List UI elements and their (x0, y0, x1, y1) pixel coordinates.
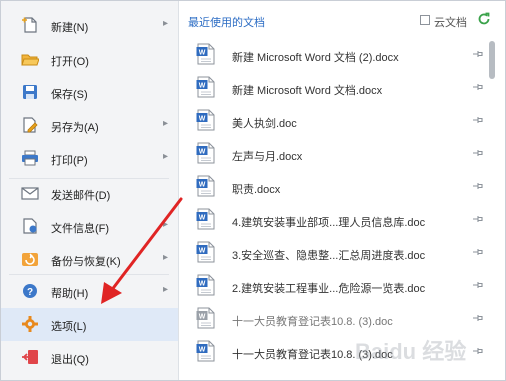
word-doc-icon: W (196, 142, 215, 164)
file-menu: 新建(N) ▸ 打开(O) 保存(S) 另存为(A) ▸ 打印(P) ▸ 发送邮… (1, 1, 179, 380)
word-doc-icon: W (196, 109, 215, 131)
recent-documents-panel: 最近使用的文档 云文档 W 新建 Microsoft Word 文档 (2).do… (180, 1, 505, 380)
word-doc-icon: W (196, 274, 215, 296)
menu-item-label: 选项(L) (51, 321, 87, 333)
word-doc-icon: W (196, 76, 215, 98)
svg-text:W: W (199, 149, 206, 156)
word-doc-icon: W (196, 175, 215, 197)
word-doc-icon: W (196, 208, 215, 230)
svg-text:W: W (199, 50, 206, 57)
pin-icon[interactable] (472, 345, 484, 357)
pin-icon[interactable] (472, 213, 484, 225)
recent-file-item[interactable]: W 左声与月.docx (192, 138, 484, 171)
chevron-right-icon: ▸ (163, 284, 169, 295)
file-menu-window: 新建(N) ▸ 打开(O) 保存(S) 另存为(A) ▸ 打印(P) ▸ 发送邮… (0, 0, 506, 381)
chevron-right-icon: ▸ (163, 118, 169, 129)
file-name: 新建 Microsoft Word 文档.docx (232, 85, 383, 97)
chevron-right-icon: ▸ (163, 18, 169, 29)
pin-icon[interactable] (472, 48, 484, 60)
menu-item-label: 退出(Q) (51, 354, 89, 366)
menu-item-label: 发送邮件(D) (51, 190, 111, 202)
file-name: 十一大员教育登记表10.8. (3).doc (232, 316, 393, 328)
menu-item-print[interactable]: 打印(P) ▸ (1, 142, 178, 175)
chevron-right-icon: ▸ (163, 151, 169, 162)
menu-item-help[interactable]: ? 帮助(H) ▸ (1, 275, 178, 308)
menu-item-label: 保存(S) (51, 89, 88, 101)
file-name: 4.建筑安装事业部项...理人员信息库.doc (232, 217, 426, 229)
pin-icon[interactable] (472, 312, 484, 324)
cloud-docs-label: 云文档 (434, 17, 467, 29)
recent-file-item[interactable]: W 2.建筑安装工程事业...危险源一览表.doc (192, 270, 484, 303)
file-name: 职责.docx (232, 184, 281, 196)
file-name: 美人执剑.doc (232, 118, 297, 130)
menu-item-new[interactable]: 新建(N) ▸ (1, 9, 178, 42)
menu-item-label: 文件信息(F) (51, 223, 110, 235)
chevron-right-icon: ▸ (163, 252, 169, 263)
menu-item-options[interactable]: 选项(L) (1, 308, 178, 341)
save-as-icon (23, 117, 38, 133)
svg-text:W: W (199, 83, 206, 90)
file-name: 十一大员教育登记表10.8. (3).doc (232, 349, 393, 361)
panel-title: 最近使用的文档 (188, 17, 265, 29)
chevron-right-icon: ▸ (163, 219, 169, 230)
recent-file-item[interactable]: W 十一大员教育登记表10.8. (3).doc (192, 303, 484, 336)
file-name: 3.安全巡查、隐患整...汇总周进度表.doc (232, 250, 426, 262)
pin-icon[interactable] (472, 279, 484, 291)
pin-icon[interactable] (472, 147, 484, 159)
recent-file-item[interactable]: W 新建 Microsoft Word 文档 (2).docx (192, 39, 484, 72)
svg-text:W: W (199, 281, 206, 288)
recent-file-item[interactable]: W 新建 Microsoft Word 文档.docx (192, 72, 484, 105)
new-file-icon (22, 17, 37, 33)
menu-item-send-mail[interactable]: 发送邮件(D) (1, 177, 178, 210)
scrollbar-thumb[interactable] (489, 41, 495, 79)
recent-file-item[interactable]: W 十一大员教育登记表10.8. (3).doc (192, 336, 484, 369)
menu-item-label: 另存为(A) (51, 122, 99, 134)
menu-item-file-info[interactable]: 文件信息(F) ▸ (1, 210, 178, 243)
word-doc-icon: W (196, 307, 215, 329)
menu-item-label: 帮助(H) (51, 288, 89, 300)
word-doc-icon: W (196, 340, 215, 362)
folder-open-icon (21, 54, 39, 66)
recent-file-item[interactable]: W 美人执剑.doc (192, 105, 484, 138)
help-icon: ? (23, 284, 37, 298)
svg-text:W: W (199, 116, 206, 123)
svg-text:W: W (199, 182, 206, 189)
refresh-icon[interactable] (477, 12, 491, 26)
menu-item-label: 打开(O) (51, 56, 89, 68)
recent-file-item[interactable]: W 职责.docx (192, 171, 484, 204)
backup-icon (22, 253, 38, 266)
print-icon (22, 150, 38, 166)
svg-text:W: W (199, 215, 206, 222)
file-name: 2.建筑安装工程事业...危险源一览表.doc (232, 283, 426, 295)
mail-icon (21, 187, 39, 200)
exit-icon (22, 350, 38, 364)
menu-item-label: 备份与恢复(K) (51, 256, 121, 268)
file-name: 左声与月.docx (232, 151, 303, 163)
svg-text:W: W (199, 347, 206, 354)
file-info-icon (23, 218, 37, 234)
file-name: 新建 Microsoft Word 文档 (2).docx (232, 52, 399, 64)
gear-icon (22, 316, 38, 332)
word-doc-icon: W (196, 43, 215, 65)
menu-item-label: 打印(P) (51, 155, 88, 167)
svg-text:W: W (199, 314, 206, 321)
menu-item-exit[interactable]: 退出(Q) (1, 341, 178, 374)
word-doc-icon: W (196, 241, 215, 263)
menu-item-save[interactable]: 保存(S) (1, 76, 178, 109)
menu-item-save-as[interactable]: 另存为(A) ▸ (1, 109, 178, 142)
pin-icon[interactable] (472, 246, 484, 258)
cloud-docs-checkbox[interactable] (420, 15, 430, 25)
pin-icon[interactable] (472, 81, 484, 93)
scrollbar[interactable] (489, 37, 497, 373)
menu-item-open[interactable]: 打开(O) (1, 43, 178, 76)
menu-item-label: 新建(N) (51, 22, 89, 34)
recent-file-item[interactable]: W 3.安全巡查、隐患整...汇总周进度表.doc (192, 237, 484, 270)
svg-text:?: ? (27, 287, 33, 298)
save-icon (23, 85, 37, 99)
svg-text:W: W (199, 248, 206, 255)
pin-icon[interactable] (472, 180, 484, 192)
pin-icon[interactable] (472, 114, 484, 126)
menu-item-backup[interactable]: 备份与恢复(K) ▸ (1, 243, 178, 276)
recent-file-item[interactable]: W 4.建筑安装事业部项...理人员信息库.doc (192, 204, 484, 237)
